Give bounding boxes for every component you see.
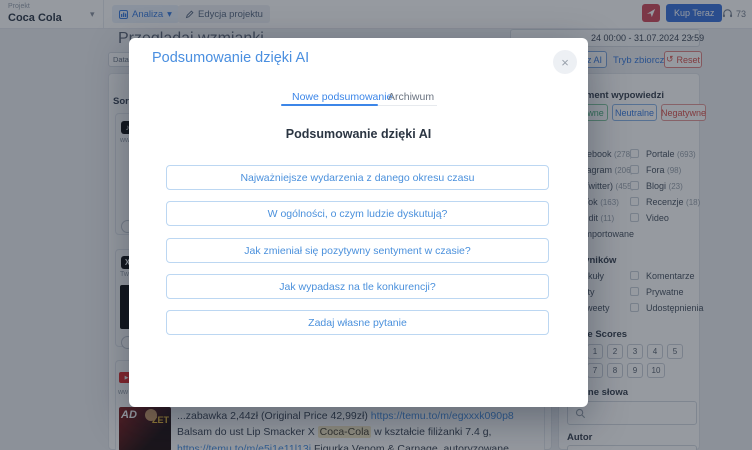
ai-option-sentiment-button[interactable]: Jak zmieniał się pozytywny sentyment w c… (166, 238, 549, 263)
close-button[interactable]: × (553, 50, 577, 74)
app-root: Projekt Coca Cola ▾ Analiza ▾ Edycja pro… (0, 0, 752, 450)
tab-archive[interactable]: Archiwum (388, 91, 434, 103)
modal-title: Podsumowanie dzięki AI (152, 50, 309, 66)
close-icon: × (561, 55, 569, 70)
tab-underline-active (281, 104, 378, 106)
ai-option-own-question-button[interactable]: Zadaj własne pytanie (166, 310, 549, 335)
ai-option-topics-button[interactable]: W ogólności, o czym ludzie dyskutują? (166, 201, 549, 226)
tab-new-summary[interactable]: Nowe podsumowanie (292, 91, 392, 103)
ai-option-events-button[interactable]: Najważniejsze wydarzenia z danego okresu… (166, 165, 549, 190)
ai-summary-modal: Podsumowanie dzięki AI × Nowe podsumowan… (129, 38, 588, 407)
ai-option-competition-button[interactable]: Jak wypadasz na tle konkurencji? (166, 274, 549, 299)
modal-body-title: Podsumowanie dzięki AI (129, 127, 588, 141)
